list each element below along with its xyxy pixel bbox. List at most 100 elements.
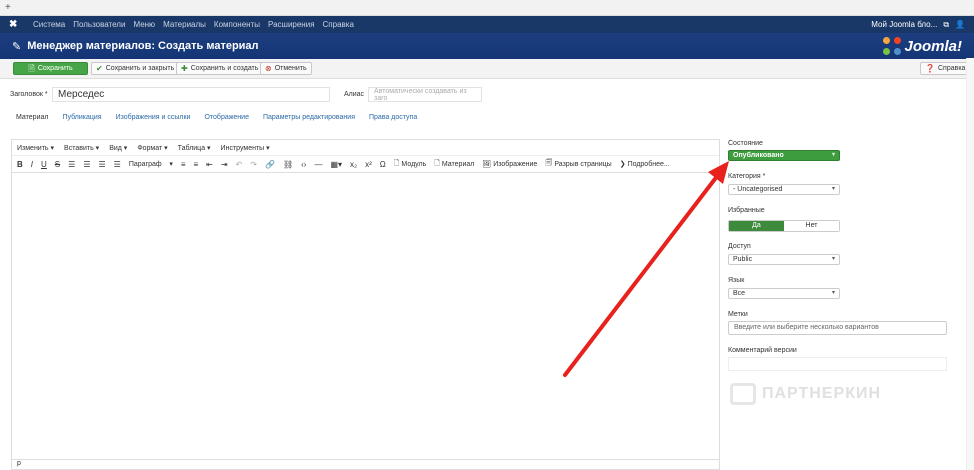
bullet-list-icon[interactable]: ≡ xyxy=(181,160,186,169)
watermark: ПАРТНЕРКИН xyxy=(730,383,881,405)
menu-content[interactable]: Материалы xyxy=(163,20,206,29)
featured-label: Избранные xyxy=(728,207,765,214)
menu-system[interactable]: Система xyxy=(33,20,65,29)
version-note-input[interactable] xyxy=(728,357,947,371)
save-new-button[interactable]: ✚ Сохранить и создать xyxy=(176,62,264,75)
text-editor[interactable]: Изменить ▾ Вставить ▾ Вид ▾ Формат ▾ Таб… xyxy=(11,139,720,470)
featured-yes-button[interactable]: Да xyxy=(729,221,784,231)
horizontal-rule-icon[interactable]: — xyxy=(314,160,322,169)
underline-icon[interactable]: U xyxy=(41,160,47,169)
state-select[interactable]: Опубликовано ▾ xyxy=(728,150,840,161)
menu-table[interactable]: Таблица ▾ xyxy=(178,144,211,152)
tags-label: Метки xyxy=(728,311,748,318)
chevron-down-icon: ▾ xyxy=(831,152,835,158)
category-label: Категория * xyxy=(728,173,766,180)
article-icon: 🗋 xyxy=(434,159,440,167)
pagebreak-button[interactable]: 🗐 Разрыв страницы xyxy=(545,159,611,170)
user-icon[interactable]: 👤 xyxy=(955,20,965,29)
subscript-icon[interactable]: x₂ xyxy=(350,160,357,169)
tab-display[interactable]: Отображение xyxy=(204,114,249,121)
superscript-icon[interactable]: x² xyxy=(365,160,372,169)
link-icon[interactable]: 🔗 xyxy=(265,160,275,169)
menu-extensions[interactable]: Расширения xyxy=(268,20,315,29)
tags-input[interactable]: Введите или выберите несколько вариантов xyxy=(728,321,947,335)
menu-menus[interactable]: Меню xyxy=(133,20,155,29)
page-header: ✎ Менеджер материалов: Создать материал xyxy=(0,33,974,59)
editor-statusbar: p xyxy=(12,459,719,469)
tab-bar: Материал Публикация Изображения и ссылки… xyxy=(16,114,417,121)
browser-bar: + xyxy=(0,0,974,16)
page-title: Менеджер материалов: Создать материал xyxy=(27,40,259,52)
title-label: Заголовок * xyxy=(10,91,48,98)
joomla-icon[interactable]: ✖ xyxy=(9,19,25,30)
element-path: p xyxy=(17,460,21,467)
redo-icon[interactable]: ↷ xyxy=(250,160,257,169)
tab-images-links[interactable]: Изображения и ссылки xyxy=(116,114,191,121)
outdent-icon[interactable]: ⇤ xyxy=(206,160,213,169)
alias-field[interactable]: Автоматически создавать из заго xyxy=(368,87,482,102)
table-icon[interactable]: ▦▾ xyxy=(330,160,342,169)
menu-components[interactable]: Компоненты xyxy=(214,20,260,29)
save-button[interactable]: 🗎 Сохранить xyxy=(13,62,88,75)
pagebreak-icon: 🗐 xyxy=(545,159,553,167)
numbered-list-icon[interactable]: ≡ xyxy=(194,160,199,169)
alias-label: Алиас xyxy=(344,91,365,98)
menu-users[interactable]: Пользователи xyxy=(73,20,125,29)
align-center-icon[interactable]: ☰ xyxy=(83,160,90,169)
editor-menubar: Изменить ▾ Вставить ▾ Вид ▾ Формат ▾ Таб… xyxy=(12,140,719,156)
menu-tools[interactable]: Инструменты ▾ xyxy=(221,144,270,152)
readmore-button[interactable]: ❯ Подробнее... xyxy=(619,160,670,169)
joomla-logo-text: Joomla! xyxy=(904,37,962,55)
site-link[interactable]: Мой Joomla бло... xyxy=(871,20,937,29)
menu-edit[interactable]: Изменить ▾ xyxy=(17,144,54,152)
tab-publishing[interactable]: Публикация xyxy=(62,114,101,121)
editor-format-toolbar: B I U S ☰ ☰ ☰ ☰ Параграф ▾ ≡ ≡ ⇤ ⇥ ↶ ↷ 🔗 … xyxy=(12,156,719,173)
cancel-button[interactable]: ⊗ Отменить xyxy=(260,62,312,75)
top-navigation: ✖ Система Пользователи Меню Материалы Ко… xyxy=(0,16,974,33)
image-button[interactable]: 🖼 Изображение xyxy=(482,160,537,169)
module-button[interactable]: 🗋 Модуль xyxy=(394,159,426,170)
external-link-icon[interactable]: ⧉ xyxy=(943,20,949,30)
menu-view[interactable]: Вид ▾ xyxy=(109,144,127,152)
italic-icon[interactable]: I xyxy=(31,160,33,169)
indent-icon[interactable]: ⇥ xyxy=(221,160,228,169)
image-icon: 🖼 xyxy=(482,161,492,168)
plus-icon[interactable]: + xyxy=(5,2,11,13)
article-button[interactable]: 🗋 Материал xyxy=(434,159,474,170)
menu-help[interactable]: Справка xyxy=(323,20,354,29)
tab-editing-params[interactable]: Параметры редактирования xyxy=(263,114,355,121)
chevron-down-icon: ▾ xyxy=(831,186,835,192)
scrollbar[interactable] xyxy=(966,58,974,470)
joomla-logo: Joomla! xyxy=(883,36,962,56)
language-select[interactable]: Все ▾ xyxy=(728,288,840,299)
readmore-icon: ❯ xyxy=(619,161,626,168)
access-select[interactable]: Public ▾ xyxy=(728,254,840,265)
align-right-icon[interactable]: ☰ xyxy=(98,160,105,169)
joomla-logo-icon xyxy=(883,37,902,55)
watermark-text: ПАРТНЕРКИН xyxy=(762,385,882,402)
special-char-icon[interactable]: Ω xyxy=(380,160,386,169)
menu-insert[interactable]: Вставить ▾ xyxy=(64,144,99,152)
access-label: Доступ xyxy=(728,243,751,250)
featured-no-button[interactable]: Нет xyxy=(784,221,839,231)
menu-format[interactable]: Формат ▾ xyxy=(137,144,167,152)
undo-icon[interactable]: ↶ xyxy=(236,160,243,169)
help-button[interactable]: ❓ Справка xyxy=(920,62,971,75)
align-left-icon[interactable]: ☰ xyxy=(68,160,75,169)
language-label: Язык xyxy=(728,277,745,284)
unlink-icon[interactable]: ⛓ xyxy=(283,160,293,169)
check-icon: ✔ xyxy=(96,64,103,73)
tab-article[interactable]: Материал xyxy=(16,114,48,121)
plus-icon: ✚ xyxy=(181,64,188,73)
cancel-icon: ⊗ xyxy=(265,64,272,73)
category-select[interactable]: - Uncategorised ▾ xyxy=(728,184,840,195)
save-close-button[interactable]: ✔ Сохранить и закрыть xyxy=(91,62,180,75)
align-justify-icon[interactable]: ☰ xyxy=(114,160,121,169)
strikethrough-icon[interactable]: S xyxy=(55,160,60,169)
action-toolbar: 🗎 Сохранить ✔ Сохранить и закрыть ✚ Сохрани… xyxy=(0,59,974,79)
paragraph-select[interactable]: Параграф ▾ xyxy=(129,160,173,169)
tab-permissions[interactable]: Права доступа xyxy=(369,114,417,121)
title-field[interactable]: Мерседес xyxy=(52,87,330,102)
code-icon[interactable]: ‹› xyxy=(301,160,306,169)
bold-icon[interactable]: B xyxy=(17,160,23,169)
